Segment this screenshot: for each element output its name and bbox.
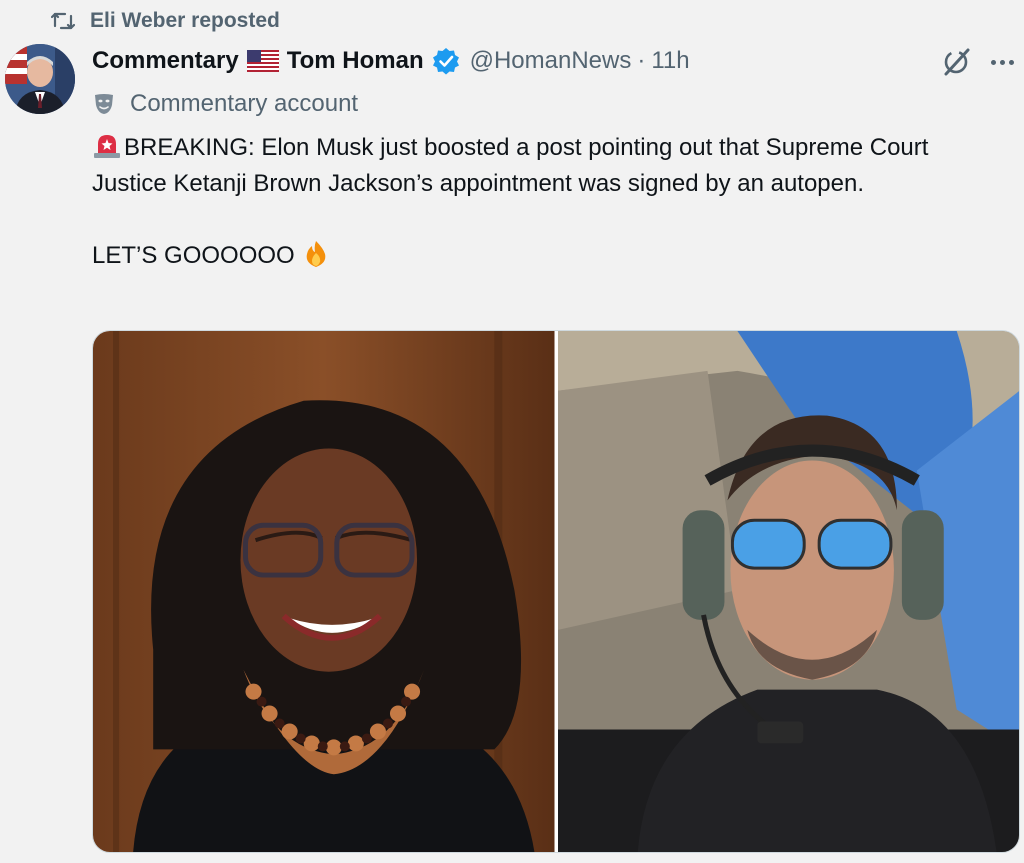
us-flag-icon [246, 50, 279, 72]
repost-header[interactable]: Eli Weber reposted [50, 8, 280, 34]
more-options-icon[interactable] [986, 48, 1018, 76]
portrait-photo [93, 331, 555, 852]
grok-icon[interactable] [938, 44, 974, 80]
verified-badge-icon[interactable] [432, 47, 460, 75]
theater-mask-icon [92, 92, 116, 116]
tweet-paragraph-2: LET’S GOOOOOO [92, 238, 1002, 274]
repost-label[interactable]: Eli Weber reposted [90, 9, 280, 33]
tweet-text-line2: LET’S GOOOOOO [92, 242, 295, 269]
tweet-paragraph-1: BREAKING: Elon Musk just boosted a post … [92, 130, 1002, 202]
account-label[interactable]: Commentary account [130, 90, 358, 118]
fire-emoji-icon [301, 239, 331, 269]
siren-emoji-icon [92, 130, 122, 160]
author-row: Commentary Tom Homan @HomanNews · 11h [92, 44, 690, 78]
separator-dot: · [637, 47, 646, 74]
cockpit-photo [557, 331, 1019, 852]
account-label-row[interactable]: Commentary account [92, 88, 358, 120]
display-name-prefix[interactable]: Commentary [92, 47, 239, 75]
media-grid[interactable] [92, 330, 1020, 853]
timestamp[interactable]: 11h [651, 47, 689, 75]
media-photo-left[interactable] [93, 331, 555, 852]
media-photo-right[interactable] [557, 331, 1019, 852]
display-name[interactable]: Tom Homan [287, 47, 424, 75]
tweet-body: BREAKING: Elon Musk just boosted a post … [92, 130, 1002, 274]
repost-icon [50, 8, 76, 34]
tweet-text-line1: BREAKING: Elon Musk just boosted a post … [92, 134, 929, 197]
author-handle[interactable]: @HomanNews [470, 47, 632, 75]
avatar[interactable] [5, 44, 75, 114]
